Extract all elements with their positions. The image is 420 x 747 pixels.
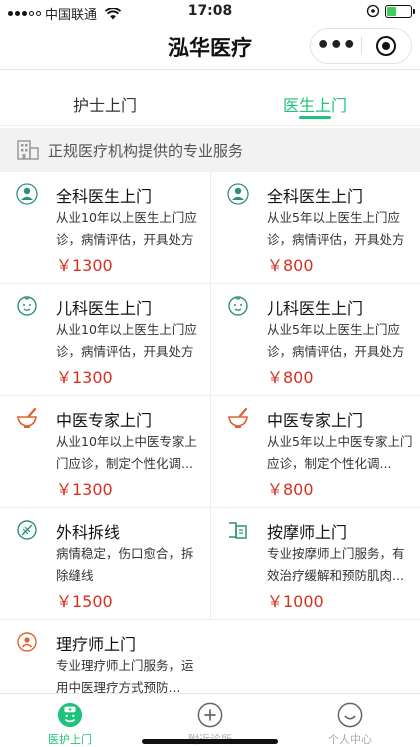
status-bar: 中国联通 17:08: [0, 0, 420, 24]
service-price: ￥1300: [56, 368, 113, 387]
service-title: 全科医生上门: [267, 187, 364, 206]
mortar-pestle-icon: [17, 407, 37, 428]
navigation-bar: 泓华医疗 •••: [0, 24, 420, 70]
service-description: 专业按摩师上门服务，有效治疗缓解和预防肌肉...: [267, 546, 405, 583]
service-title: 按摩师上门: [267, 523, 348, 542]
tab-nurse-visit[interactable]: 护士上门: [0, 70, 210, 125]
service-description: 从业10年以上中医专家上门应诊，制定个性化调...: [56, 434, 197, 471]
service-price: ￥800: [267, 368, 314, 387]
service-title: 全科医生上门: [56, 187, 153, 206]
service-title: 儿科医生上门: [56, 299, 153, 318]
tab-personal-center[interactable]: 个人中心: [280, 694, 420, 747]
location-icon: [366, 4, 380, 18]
tab-label: 医护上门: [48, 733, 92, 746]
service-description: 从业5年以上中医专家上门应诊，制定个性化调...: [267, 434, 413, 471]
service-tabs: 护士上门 医生上门: [0, 70, 420, 126]
mortar-pestle-icon: [228, 407, 248, 428]
plus-circle-icon: [197, 702, 223, 728]
battery-icon: [385, 4, 415, 18]
home-indicator: [142, 739, 278, 744]
hospital-building-icon: [17, 140, 39, 160]
smile-face-icon: [337, 702, 363, 728]
service-price: ￥800: [267, 480, 314, 499]
child-face-icon: [228, 296, 248, 316]
service-title: 理疗师上门: [56, 635, 137, 654]
tab-label: 个人中心: [328, 733, 372, 746]
service-description: 从业10年以上医生上门应诊，病情评估，开具处方: [56, 210, 197, 247]
service-card[interactable]: 全科医生上门 从业5年以上医生上门应诊，病情评估，开具处方 ￥800: [210, 172, 420, 284]
service-title: 中医专家上门: [267, 411, 364, 430]
service-price: ￥1500: [56, 592, 113, 611]
service-description: 病情稳定，伤口愈合，拆除缝线: [56, 546, 194, 583]
nurse-icon: [57, 702, 83, 728]
service-description: 从业5年以上医生上门应诊，病情评估，开具处方: [267, 322, 405, 359]
tab-medical-visit[interactable]: 医护上门: [0, 694, 140, 747]
section-header-text: 正规医疗机构提供的专业服务: [48, 141, 244, 160]
service-card[interactable]: 中医专家上门 从业10年以上中医专家上门应诊，制定个性化调... ￥1300: [0, 396, 210, 508]
service-title: 儿科医生上门: [267, 299, 364, 318]
miniprogram-capsule: •••: [310, 28, 412, 64]
doctor-icon: [227, 183, 249, 205]
service-title: 中医专家上门: [56, 411, 153, 430]
service-price: ￥1300: [56, 480, 113, 499]
service-price: ￥1300: [56, 256, 113, 275]
service-card[interactable]: 儿科医生上门 从业10年以上医生上门应诊，病情评估，开具处方 ￥1300: [0, 284, 210, 396]
therapist-icon: [17, 632, 37, 652]
clock: 17:08: [187, 3, 233, 19]
service-price: ￥1000: [267, 592, 324, 611]
service-description: 从业5年以上医生上门应诊，病情评估，开具处方: [267, 210, 405, 247]
service-price: ￥800: [267, 256, 314, 275]
child-face-icon: [17, 296, 37, 316]
status-right: [366, 4, 415, 18]
tab-doctor-visit[interactable]: 医生上门: [210, 70, 420, 125]
massage-bed-icon: [229, 522, 247, 539]
more-icon[interactable]: •••: [311, 35, 361, 57]
service-card[interactable]: 外科拆线 病情稳定，伤口愈合，拆除缝线 ￥1500: [0, 508, 210, 620]
suture-icon: [17, 520, 37, 540]
doctor-icon: [16, 183, 38, 205]
bottom-tab-bar: 医护上门 附近诊所 个人中心: [0, 693, 420, 747]
service-card[interactable]: 儿科医生上门 从业5年以上医生上门应诊，病情评估，开具处方 ￥800: [210, 284, 420, 396]
service-title: 外科拆线: [56, 523, 121, 542]
close-target-icon[interactable]: [361, 35, 411, 57]
service-card[interactable]: 按摩师上门 专业按摩师上门服务，有效治疗缓解和预防肌肉... ￥1000: [210, 508, 420, 620]
service-card[interactable]: 中医专家上门 从业5年以上中医专家上门应诊，制定个性化调... ￥800: [210, 396, 420, 508]
service-card[interactable]: 全科医生上门 从业10年以上医生上门应诊，病情评估，开具处方 ￥1300: [0, 172, 210, 284]
service-description: 从业10年以上医生上门应诊，病情评估，开具处方: [56, 322, 197, 359]
section-header: 正规医疗机构提供的专业服务: [0, 128, 420, 172]
